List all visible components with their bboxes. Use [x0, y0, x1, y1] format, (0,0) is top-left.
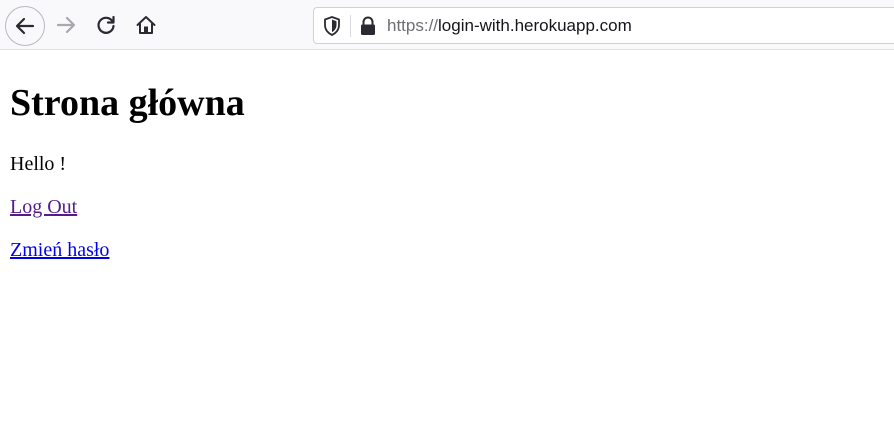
change-password-link[interactable]: Zmień hasło: [10, 239, 109, 261]
url-scheme: https://: [387, 16, 439, 35]
logout-paragraph: Log Out: [10, 195, 77, 219]
url-host: login-with.herokuapp.com: [438, 16, 632, 35]
address-bar[interactable]: https://login-with.herokuapp.com: [313, 7, 894, 44]
arrow-right-icon: [56, 16, 76, 34]
greeting-text: Hello !: [10, 153, 67, 175]
home-button[interactable]: [128, 7, 164, 43]
lock-icon[interactable]: [359, 15, 377, 37]
url-separator: [350, 15, 351, 37]
reload-button[interactable]: [88, 7, 124, 43]
reload-icon: [97, 15, 115, 34]
arrow-left-icon: [15, 17, 35, 35]
home-icon: [136, 16, 156, 34]
browser-toolbar: https://login-with.herokuapp.com: [0, 0, 894, 50]
change-password-paragraph: Zmień hasło: [10, 238, 109, 262]
url-text[interactable]: https://login-with.herokuapp.com: [387, 16, 632, 36]
shield-icon[interactable]: [322, 15, 342, 37]
logout-link[interactable]: Log Out: [10, 196, 77, 218]
page-title: Strona główna: [10, 82, 245, 124]
forward-button[interactable]: [48, 7, 84, 43]
back-button[interactable]: [5, 6, 45, 46]
